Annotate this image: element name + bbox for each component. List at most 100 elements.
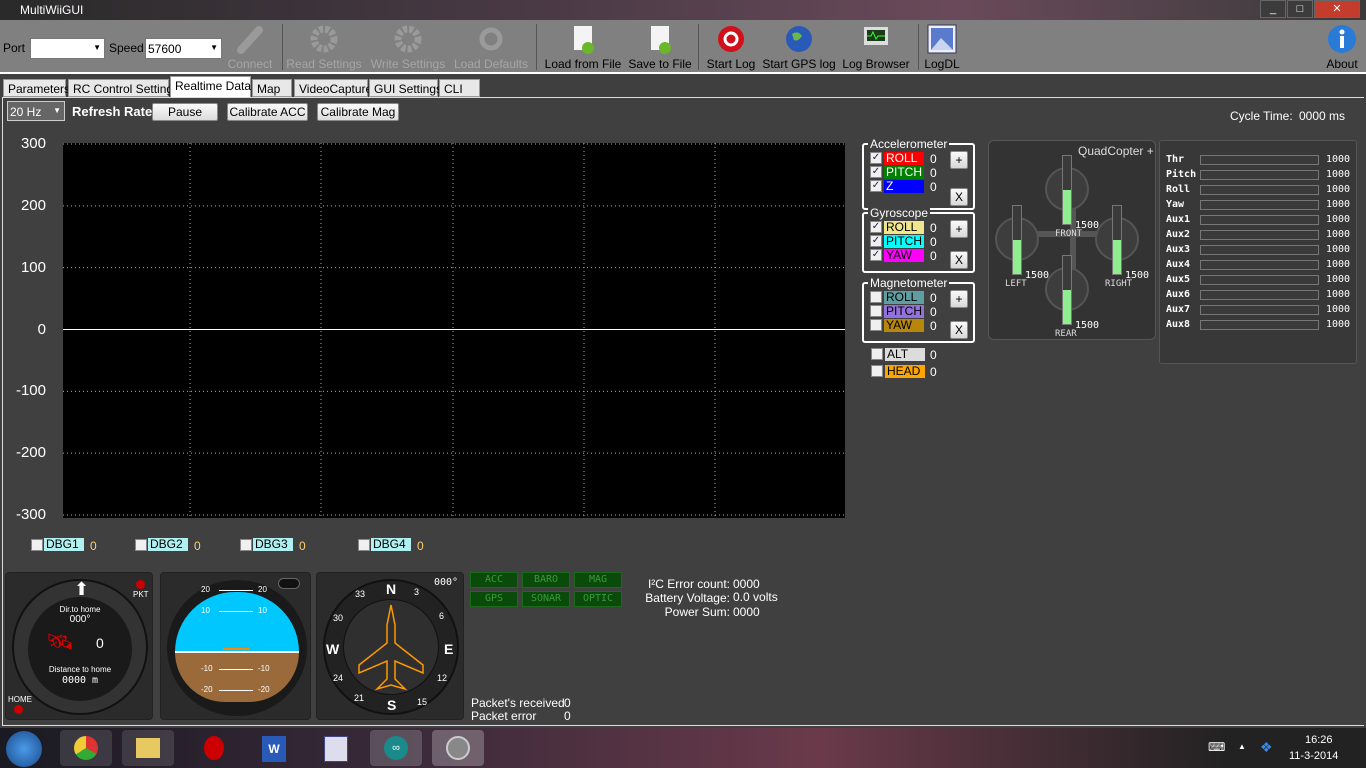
y-tick-label: 300 bbox=[20, 135, 46, 152]
taskbar-arduino[interactable]: ∞ bbox=[370, 730, 422, 766]
tab-gui-settings[interactable]: GUI Settings bbox=[369, 79, 442, 97]
series-checkbox[interactable] bbox=[870, 291, 882, 303]
cycle-time-label: Cycle Time: bbox=[1230, 109, 1293, 123]
logdl-label: LogDL bbox=[924, 57, 960, 71]
zoom-in-button[interactable]: + bbox=[950, 151, 968, 169]
series-value: 0 bbox=[930, 305, 937, 319]
series-checkbox[interactable]: ✓ bbox=[870, 152, 882, 164]
calibrate-acc-button[interactable]: Calibrate ACC bbox=[227, 103, 308, 121]
port-select[interactable]: ▼ bbox=[30, 38, 105, 59]
debug-checkbox[interactable] bbox=[31, 539, 43, 551]
motor-label: REAR bbox=[1055, 329, 1077, 339]
load-defaults-button[interactable]: Load Defaults bbox=[452, 20, 530, 74]
zoom-in-button[interactable]: + bbox=[950, 290, 968, 308]
start-button[interactable] bbox=[6, 731, 42, 767]
series-checkbox[interactable]: ✓ bbox=[870, 221, 882, 233]
debug-label: DBG1 bbox=[44, 538, 84, 551]
taskbar-network-app[interactable] bbox=[310, 730, 362, 766]
tab-rc-control-settings[interactable]: RC Control Settings bbox=[68, 79, 179, 97]
taskbar-chrome[interactable] bbox=[60, 730, 112, 766]
group-title: Accelerometer bbox=[868, 137, 950, 151]
keyboard-icon[interactable]: ⌨ bbox=[1208, 740, 1225, 754]
gear-icon bbox=[393, 24, 423, 54]
debug-checkbox[interactable] bbox=[358, 539, 370, 551]
read-settings-button[interactable]: Read Settings bbox=[286, 20, 362, 74]
separator bbox=[918, 24, 919, 70]
maximize-button[interactable]: □ bbox=[1287, 0, 1313, 18]
write-settings-button[interactable]: Write Settings bbox=[368, 20, 448, 74]
load-from-file-label: Load from File bbox=[544, 57, 622, 71]
taskbar-word[interactable]: W bbox=[248, 730, 300, 766]
sensor-group-acc: Accelerometer ✓ ROLL 0 ✓ PITCH 0 ✓ Z 0 + X bbox=[862, 137, 975, 210]
taskbar-explorer[interactable] bbox=[122, 730, 174, 766]
speed-select[interactable]: 57600 ▼ bbox=[145, 38, 222, 59]
chevron-down-icon: ▼ bbox=[53, 106, 61, 115]
start-log-button[interactable]: Start Log bbox=[704, 20, 758, 74]
tab-parameters[interactable]: Parameters bbox=[3, 79, 70, 97]
calibrate-mag-button[interactable]: Calibrate Mag bbox=[317, 103, 399, 121]
load-from-file-button[interactable]: Load from File bbox=[542, 20, 624, 74]
taskbar-app-red[interactable] bbox=[188, 730, 240, 766]
quadcopter-motors-panel: QuadCopter + 1500 FRONT 1500 LEFT 1500 RIGHT 1… bbox=[988, 140, 1156, 340]
reset-button[interactable]: X bbox=[950, 188, 968, 206]
sensor-group-gyro: Gyroscope ✓ ROLL 0 ✓ PITCH 0 ✓ YAW 0 + X bbox=[862, 206, 975, 273]
rc-channel-value: 1000 bbox=[1326, 244, 1351, 255]
tab-realtime-data[interactable]: Realtime Data bbox=[170, 76, 251, 97]
tab-cli[interactable]: CLI bbox=[439, 79, 480, 97]
save-to-file-button[interactable]: Save to File bbox=[628, 20, 692, 74]
debug-value: 0 bbox=[194, 539, 201, 553]
rc-channel-label: Aux6 bbox=[1166, 289, 1191, 300]
close-button[interactable]: ✕ bbox=[1314, 0, 1360, 18]
compass-heading: 000° bbox=[434, 577, 459, 588]
series-checkbox[interactable] bbox=[870, 319, 882, 331]
motor-level-fill bbox=[1113, 240, 1121, 274]
rc-channel-bar bbox=[1200, 275, 1319, 285]
tab-bar: Parameters RC Control Settings Realtime … bbox=[0, 76, 1366, 97]
tab-videocapture[interactable]: VideoCapture bbox=[294, 79, 372, 97]
satellite-icon: 🛰 bbox=[46, 629, 74, 654]
distance-home-value: 0000 m bbox=[61, 675, 99, 686]
logdl-button[interactable]: LogDL bbox=[922, 20, 962, 74]
write-settings-label: Write Settings bbox=[370, 57, 446, 71]
series-checkbox[interactable]: ✓ bbox=[870, 166, 882, 178]
debug-checkbox[interactable] bbox=[240, 539, 252, 551]
log-browser-button[interactable]: Log Browser bbox=[840, 20, 912, 74]
series-label: ROLL bbox=[884, 152, 924, 165]
rc-channel-value: 1000 bbox=[1326, 304, 1351, 315]
minimize-button[interactable]: _ bbox=[1260, 0, 1286, 18]
rc-channel-bar bbox=[1200, 260, 1319, 270]
rc-channel-value: 1000 bbox=[1326, 214, 1351, 225]
connect-button[interactable]: Connect bbox=[222, 20, 278, 74]
sensor-group-mag: Magnetometer ROLL 0 PITCH 0 YAW 0 + X bbox=[862, 276, 975, 343]
reset-button[interactable]: X bbox=[950, 251, 968, 269]
head-label: HEAD bbox=[885, 365, 925, 378]
motor-label: FRONT bbox=[1055, 229, 1083, 239]
zoom-in-button[interactable]: + bbox=[950, 220, 968, 238]
refresh-rate-select[interactable]: 20 Hz ▼ bbox=[7, 101, 65, 121]
series-checkbox[interactable]: ✓ bbox=[870, 235, 882, 247]
taskbar-app-gray[interactable] bbox=[432, 730, 484, 766]
debug-checkbox[interactable] bbox=[135, 539, 147, 551]
clock-date[interactable]: 11-3-2014 bbox=[1289, 750, 1338, 762]
clock-time[interactable]: 16:26 bbox=[1305, 734, 1333, 746]
reset-button[interactable]: X bbox=[950, 321, 968, 339]
series-label: YAW bbox=[884, 319, 924, 332]
rc-channel-value: 1000 bbox=[1326, 199, 1351, 210]
series-value: 0 bbox=[930, 221, 937, 235]
about-button[interactable]: About bbox=[1320, 20, 1364, 74]
start-gps-log-button[interactable]: Start GPS log bbox=[762, 20, 836, 74]
pitch-line bbox=[219, 690, 253, 691]
dropbox-icon[interactable]: ❖ bbox=[1260, 739, 1273, 756]
tab-map[interactable]: Map bbox=[252, 79, 292, 97]
monitor-icon bbox=[861, 24, 891, 54]
pause-button[interactable]: Pause bbox=[152, 103, 218, 121]
toggle-switch[interactable] bbox=[278, 578, 300, 589]
series-checkbox[interactable] bbox=[870, 305, 882, 317]
quad-title: QuadCopter + bbox=[1078, 144, 1154, 158]
series-checkbox[interactable]: ✓ bbox=[870, 180, 882, 192]
tray-expand-icon[interactable]: ▲ bbox=[1238, 742, 1246, 751]
series-checkbox[interactable]: ✓ bbox=[870, 249, 882, 261]
head-checkbox[interactable] bbox=[871, 365, 883, 377]
y-tick-label: -300 bbox=[15, 506, 46, 523]
alt-checkbox[interactable] bbox=[871, 348, 883, 360]
